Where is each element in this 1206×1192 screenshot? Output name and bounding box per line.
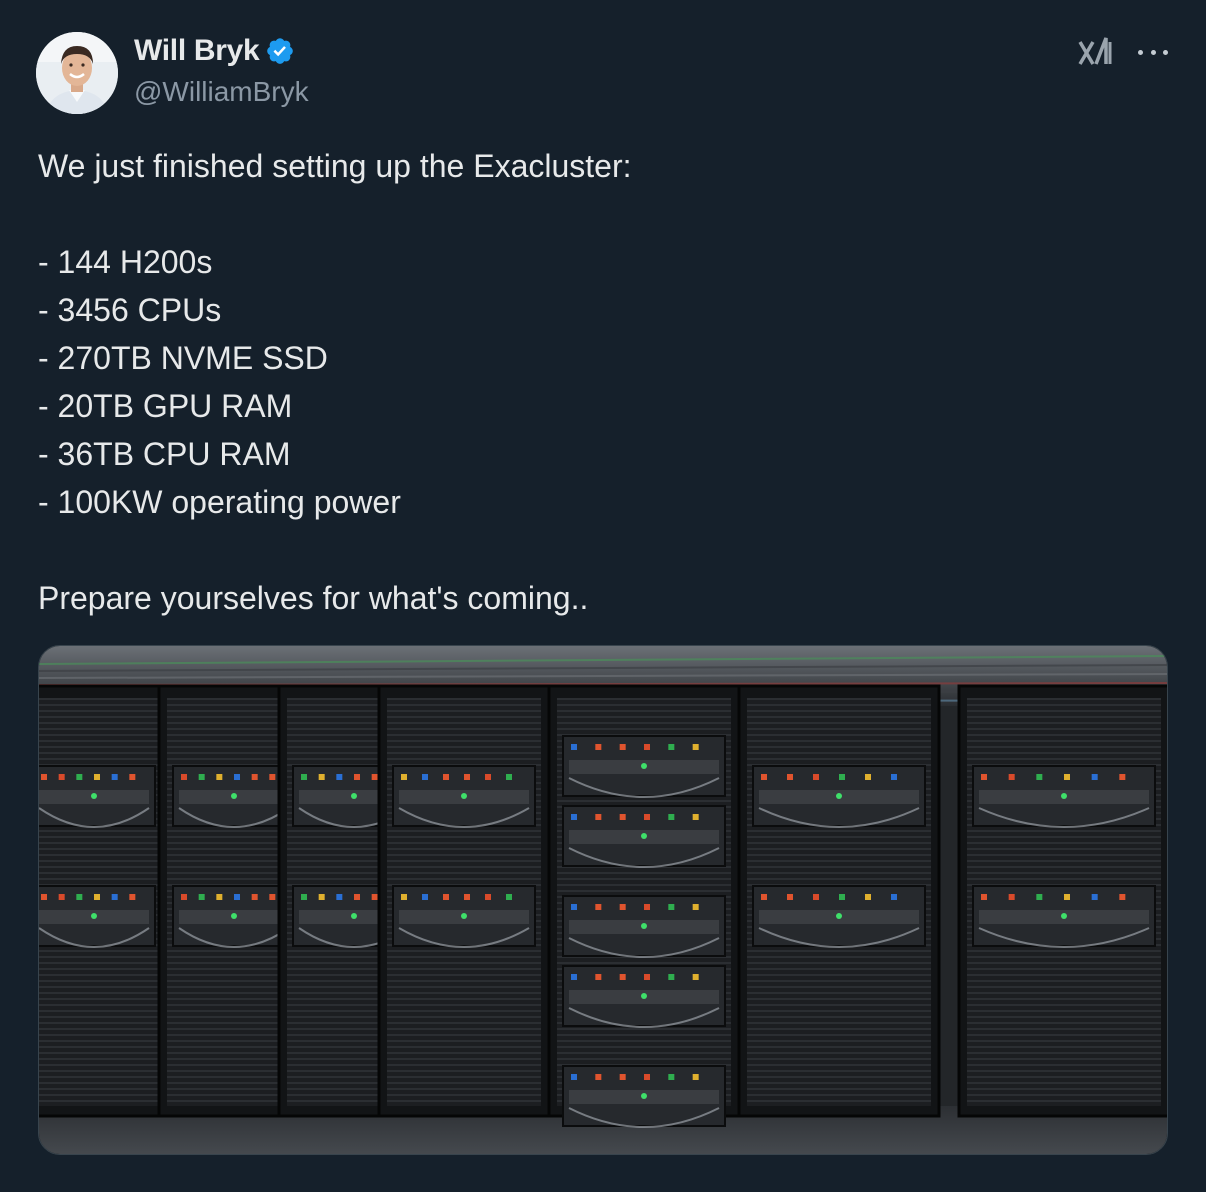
- author-avatar[interactable]: [36, 32, 118, 114]
- spec-line: - 100KW operating power: [38, 484, 401, 520]
- spec-line: - 20TB GPU RAM: [38, 388, 293, 424]
- server-racks-image: [39, 646, 1167, 1154]
- tweet-intro: We just finished setting up the Exaclust…: [38, 148, 632, 184]
- tweet-text: We just finished setting up the Exaclust…: [38, 142, 1168, 622]
- spec-line: - 3456 CPUs: [38, 292, 222, 328]
- tweet-card: Will Bryk @WilliamBryk We just finished …: [0, 0, 1206, 1192]
- exa-logo-icon[interactable]: [1076, 34, 1116, 70]
- verified-badge-icon: [265, 36, 295, 66]
- spec-line: - 36TB CPU RAM: [38, 436, 291, 472]
- more-options-icon[interactable]: [1138, 38, 1168, 66]
- author-name-row: Will Bryk: [134, 34, 295, 68]
- tweet-photo-server-racks[interactable]: [38, 645, 1168, 1155]
- spec-line: - 144 H200s: [38, 244, 213, 280]
- author-handle[interactable]: @WilliamBryk: [134, 76, 309, 108]
- avatar-photo: [36, 32, 118, 114]
- author-display-name[interactable]: Will Bryk: [134, 34, 260, 68]
- spec-line: - 270TB NVME SSD: [38, 340, 328, 376]
- tweet-outro: Prepare yourselves for what's coming..: [38, 580, 589, 616]
